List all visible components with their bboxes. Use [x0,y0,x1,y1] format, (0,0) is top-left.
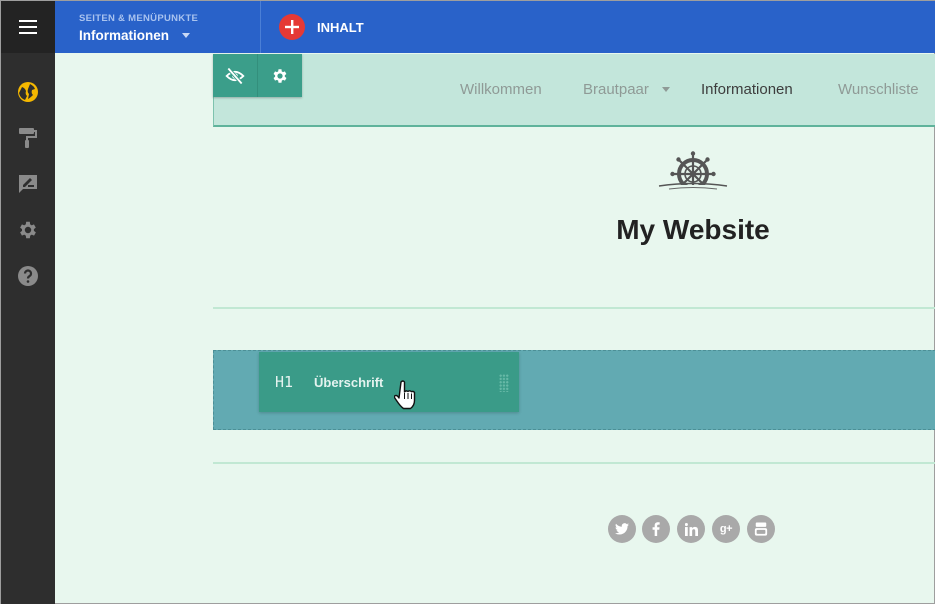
section-divider [213,307,935,309]
ship-wheel-icon[interactable] [655,151,731,199]
gear-icon [273,68,286,83]
google-plus-icon[interactable]: g+ [712,515,740,543]
top-bar: SEITEN & MENÜPUNKTE Informationen INHALT [55,1,935,53]
page-selector-caption: SEITEN & MENÜPUNKTE [79,13,199,24]
nav-item-wunschliste[interactable]: Wunschliste [838,81,919,98]
section-divider [213,462,935,464]
twitter-icon[interactable] [608,515,636,543]
eye-off-icon [225,66,245,85]
nav-item-brautpaar[interactable]: Brautpaar [583,81,649,98]
paint-roller-icon[interactable] [16,126,40,150]
youtube-icon[interactable] [747,515,775,543]
facebook-icon[interactable] [642,515,670,543]
section-settings-button[interactable] [257,54,301,97]
globe-icon[interactable] [16,80,40,104]
site-header-section[interactable] [213,54,935,127]
section-toolbar [213,54,302,97]
current-page-label: Informationen [79,28,169,43]
add-content-label[interactable]: INHALT [317,20,364,35]
gear-icon[interactable] [16,218,40,242]
drag-handle-icon[interactable] [499,374,509,392]
heading-block[interactable]: H1 Überschrift [259,352,519,412]
hand-cursor-icon [393,380,418,412]
linkedin-icon[interactable] [677,515,705,543]
heading-tag: H1 [275,373,294,391]
add-content-button[interactable] [279,14,305,40]
chevron-down-icon [662,87,670,92]
heading-block-label: Überschrift [314,375,384,390]
help-icon[interactable] [16,264,40,288]
chevron-down-icon [182,33,190,38]
visibility-toggle-button[interactable] [213,54,257,97]
nav-item-willkommen[interactable]: Willkommen [460,81,542,98]
site-title[interactable]: My Website [561,214,825,246]
left-sidebar [1,1,55,604]
hamburger-icon[interactable] [1,1,55,53]
plus-icon [285,20,299,34]
nav-item-informationen[interactable]: Informationen [701,81,793,98]
edit-note-icon[interactable] [16,172,40,196]
page-selector[interactable]: SEITEN & MENÜPUNKTE Informationen [55,1,261,53]
